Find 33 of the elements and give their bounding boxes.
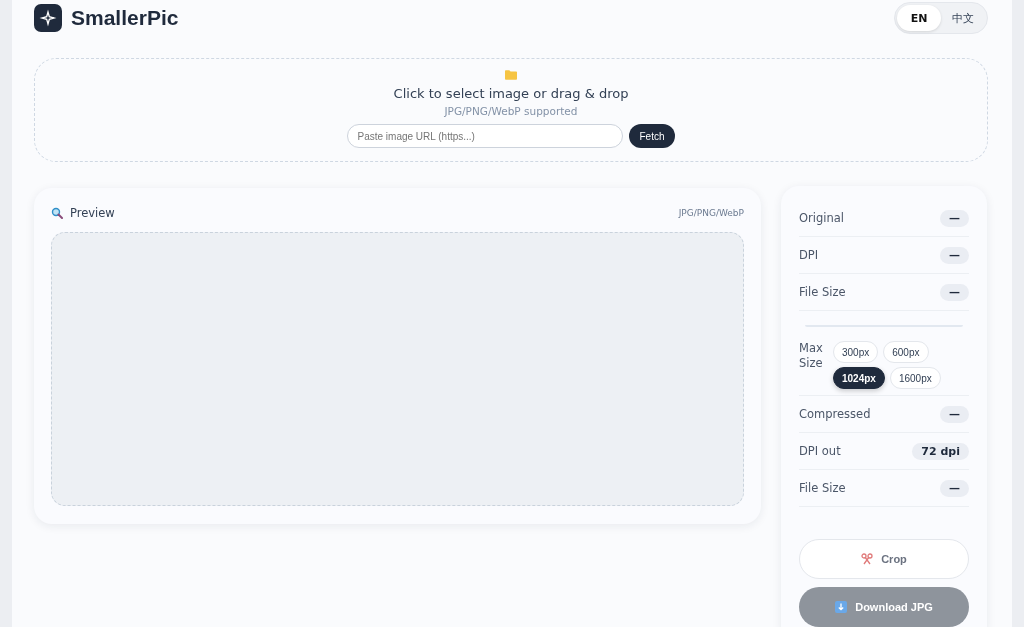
formats-label: JPG/PNG/WebP — [678, 208, 744, 218]
stat-value: — — [940, 479, 969, 497]
crop-button[interactable]: Crop — [799, 539, 969, 579]
language-option[interactable]: EN — [897, 5, 941, 31]
stat-value: — — [940, 209, 969, 227]
language-option[interactable]: 中文 — [941, 5, 985, 31]
folder-icon — [505, 69, 517, 80]
logo-icon — [34, 4, 62, 32]
upload-title: Click to select image or drag & drop — [393, 86, 629, 101]
size-option[interactable]: 1600px — [889, 367, 941, 389]
drop-zone[interactable]: Click to select image or drag & drop JPG/PNG/WebP supported Paste image URL (https...) Fetch — [34, 58, 988, 162]
stat-value: — — [940, 405, 969, 423]
scissors-icon — [861, 553, 874, 565]
stat-label: File Size — [799, 285, 846, 299]
url-field[interactable]: Paste image URL (https...) — [347, 124, 624, 148]
size-option[interactable]: 600px — [883, 341, 929, 363]
search-icon — [51, 207, 63, 219]
size-option[interactable]: 300px — [833, 341, 879, 363]
fetch-button[interactable]: Fetch — [629, 124, 675, 148]
brand-name: SmallerPic — [71, 6, 179, 30]
stat-label: DPI out — [799, 444, 841, 458]
stat-label: File Size — [799, 481, 846, 495]
stat-value: — — [940, 283, 969, 301]
preview-title: Preview — [70, 206, 115, 220]
stat-label: DPI — [799, 248, 819, 262]
max-size-label: Max Size — [799, 341, 824, 372]
upload-hint: JPG/PNG/WebP supported — [444, 105, 578, 117]
size-option[interactable]: 1024px — [833, 367, 885, 389]
stat-value: 72 dpi — [912, 442, 969, 460]
stat-label: Original — [799, 211, 844, 225]
stat-label: Compressed — [799, 407, 871, 421]
stat-value: — — [940, 246, 969, 264]
download-icon — [835, 601, 848, 613]
